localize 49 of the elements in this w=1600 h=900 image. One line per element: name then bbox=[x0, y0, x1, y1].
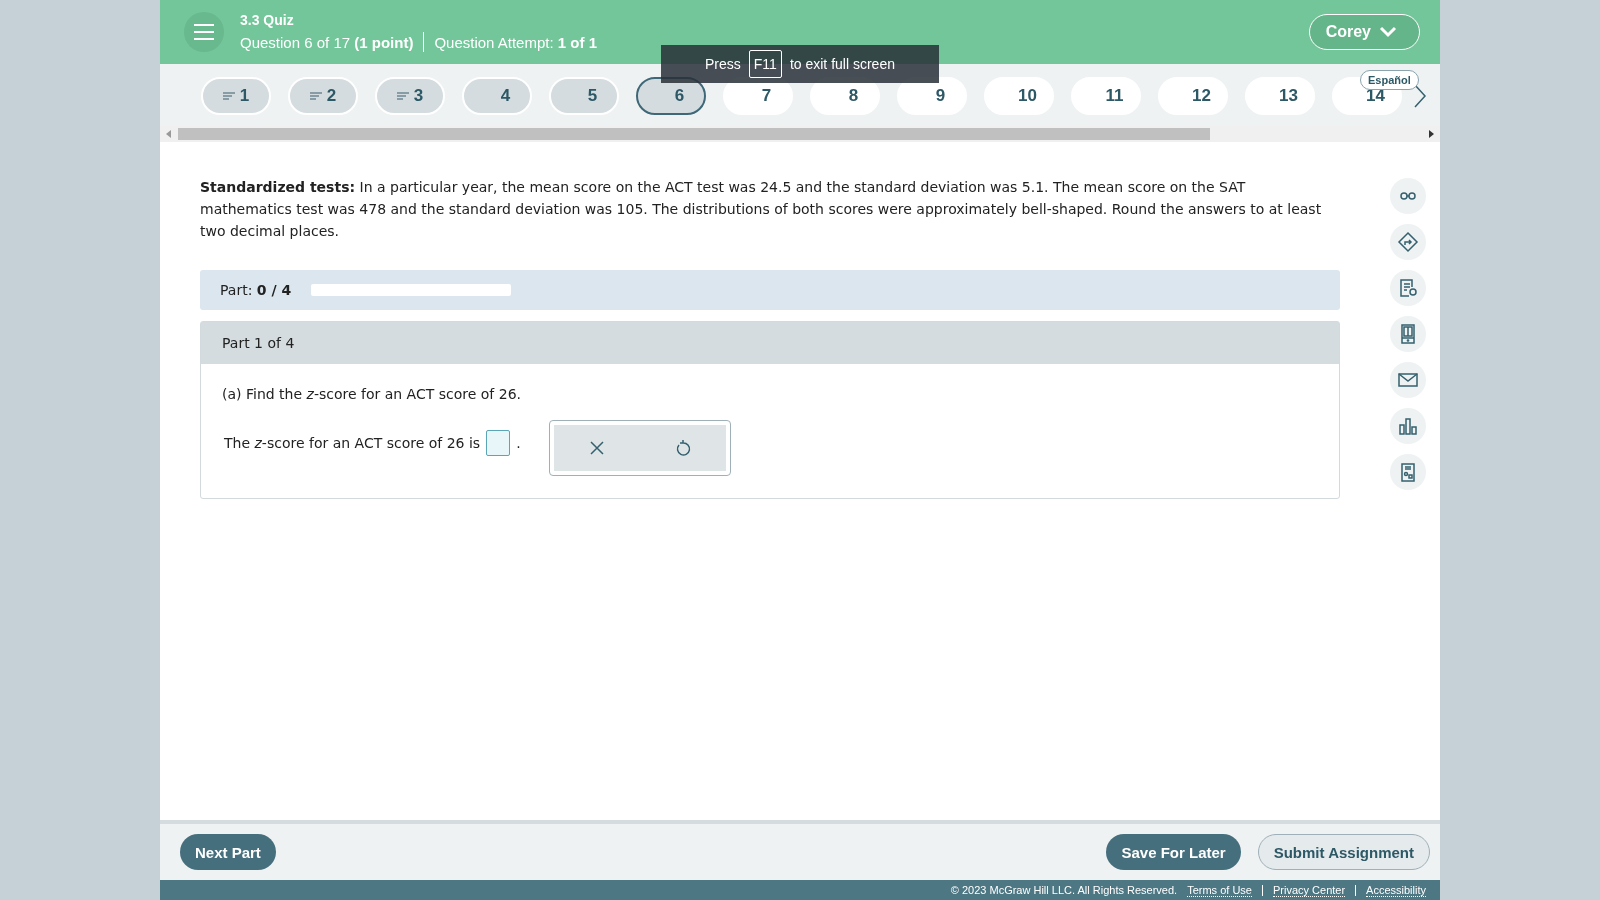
mail-icon[interactable] bbox=[1390, 362, 1426, 398]
part-title: Part 1 of 4 bbox=[222, 335, 295, 351]
lines-icon bbox=[309, 92, 322, 100]
chevron-down-icon bbox=[1379, 26, 1397, 38]
question-tab[interactable]: 4 bbox=[462, 77, 532, 115]
ebook-icon[interactable] bbox=[1390, 316, 1426, 352]
question-text: (a) Find the z-score for an ACT score of 26. bbox=[222, 386, 522, 402]
question-tab[interactable]: 10 bbox=[984, 77, 1054, 115]
copyright-text: © 2023 McGraw Hill LLC. All Rights Reserved. bbox=[950, 884, 1178, 896]
clear-icon[interactable] bbox=[588, 440, 605, 456]
calculator-icon[interactable] bbox=[1390, 454, 1426, 490]
notice-text: Press bbox=[705, 56, 741, 72]
footer-link[interactable]: Terms of Use bbox=[1187, 883, 1252, 897]
problem-text: Standardized tests: In a particular year, the mean score on the ACT test was 24.5 and the standard deviation was 5.1. The mean score on the SAT mathematics test was 478 and the standard deviation was 105. The distributions of both scores were approximately bell-shaped. Round the answers to at least two decimal places. bbox=[200, 178, 1323, 241]
turn-sign-icon[interactable] bbox=[1390, 224, 1426, 260]
footer-link[interactable]: Accessibility bbox=[1366, 883, 1426, 897]
footer-link[interactable]: Privacy Center bbox=[1272, 883, 1346, 897]
question-info: Question 6 of 17 (1 point) bbox=[240, 33, 414, 51]
question-tab[interactable]: 2 bbox=[288, 77, 358, 115]
scroll-left-icon[interactable] bbox=[166, 130, 172, 138]
save-for-later-button[interactable]: Save For Later bbox=[1106, 834, 1241, 870]
submit-assignment-button[interactable]: Submit Assignment bbox=[1257, 834, 1430, 870]
question-tab[interactable]: 11 bbox=[1071, 77, 1141, 115]
question-tab[interactable]: 3 bbox=[375, 77, 445, 115]
document-hint-icon[interactable] bbox=[1390, 270, 1426, 306]
attempt-info: Question Attempt: 1 of 1 bbox=[434, 33, 597, 51]
progress-label: Part: 0 / 4 bbox=[220, 282, 292, 298]
lines-icon bbox=[396, 92, 409, 100]
bar-chart-icon[interactable] bbox=[1390, 408, 1426, 444]
scroll-right-icon[interactable] bbox=[1428, 130, 1434, 138]
question-tab[interactable]: 12 bbox=[1158, 77, 1228, 115]
answer-text: The z-score for an ACT score of 26 is bbox=[224, 435, 481, 451]
question-tab[interactable]: 9 bbox=[897, 77, 967, 115]
key-label: F11 bbox=[748, 50, 782, 78]
question-tab[interactable]: 6 bbox=[636, 77, 706, 115]
quiz-title: 3.3 Quiz bbox=[240, 12, 295, 28]
answer-field[interactable] bbox=[486, 430, 511, 456]
notice-text: to exit full screen bbox=[789, 56, 895, 72]
answer-period: . bbox=[516, 435, 521, 451]
lines-icon bbox=[222, 92, 235, 100]
menu-icon[interactable] bbox=[184, 12, 224, 52]
scrollbar-thumb[interactable] bbox=[178, 128, 1210, 140]
glasses-icon[interactable] bbox=[1390, 178, 1426, 214]
question-tab[interactable]: 5 bbox=[549, 77, 619, 115]
undo-icon[interactable] bbox=[674, 439, 691, 457]
language-badge[interactable]: Español bbox=[1360, 70, 1419, 90]
next-part-button[interactable]: Next Part bbox=[180, 834, 276, 870]
question-tab[interactable]: 1 bbox=[201, 77, 271, 115]
question-tab[interactable]: 13 bbox=[1245, 77, 1315, 115]
